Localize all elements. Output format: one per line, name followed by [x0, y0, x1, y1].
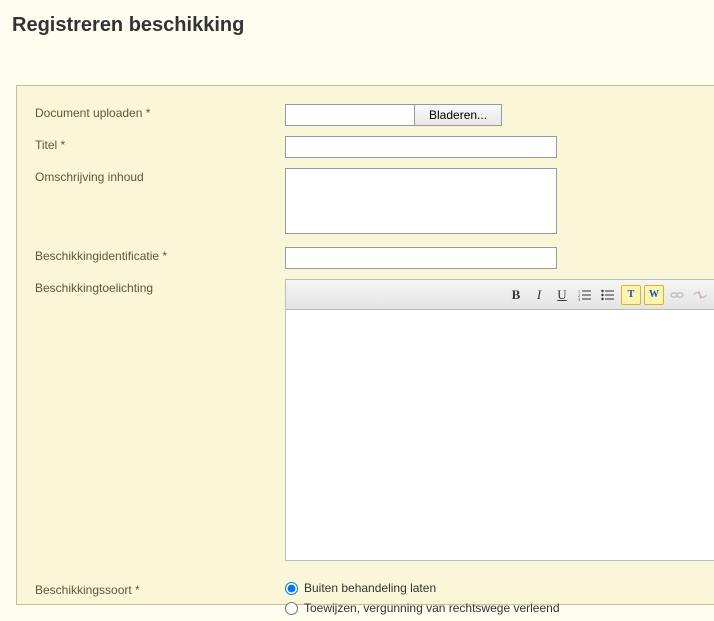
label-soort: Beschikkingssoort * [35, 581, 285, 597]
soort-option-0: Buiten behandeling laten [285, 581, 697, 595]
form-panel: Document uploaden * Bladeren... Titel * … [16, 85, 714, 605]
label-document-upload: Document uploaden * [35, 104, 285, 120]
soort-radio-label-1: Toewijzen, vergunning van rechtswege ver… [304, 601, 560, 615]
rich-text-editor: B I U 123 T W [285, 279, 714, 561]
ordered-list-button[interactable]: 123 [575, 285, 595, 305]
browse-button[interactable]: Bladeren... [414, 104, 502, 126]
omschrijving-textarea[interactable] [285, 168, 557, 234]
italic-button[interactable]: I [529, 285, 549, 305]
paste-text-button[interactable]: T [621, 285, 641, 305]
editor-toolbar: B I U 123 T W [286, 280, 714, 310]
soort-option-1: Toewijzen, vergunning van rechtswege ver… [285, 601, 697, 615]
soort-radio-0[interactable] [285, 582, 298, 595]
row-document-upload: Document uploaden * Bladeren... [35, 104, 697, 126]
label-identificatie: Beschikkingidentificatie * [35, 247, 285, 263]
row-titel: Titel * [35, 136, 697, 158]
label-omschrijving: Omschrijving inhoud [35, 168, 285, 184]
row-soort: Beschikkingssoort * Buiten behandeling l… [35, 581, 697, 621]
link-button [667, 285, 687, 305]
row-identificatie: Beschikkingidentificatie * [35, 247, 697, 269]
identificatie-input[interactable] [285, 247, 557, 269]
soort-radio-label-0: Buiten behandeling laten [304, 581, 436, 595]
file-path-input[interactable] [285, 104, 415, 126]
label-titel: Titel * [35, 136, 285, 152]
unlink-button [690, 285, 710, 305]
row-omschrijving: Omschrijving inhoud [35, 168, 697, 237]
page-title: Registreren beschikking [0, 0, 714, 61]
titel-input[interactable] [285, 136, 557, 158]
row-toelichting: Beschikkingtoelichting B I U 123 T W [35, 279, 697, 561]
unordered-list-button[interactable] [598, 285, 618, 305]
paste-word-button[interactable]: W [644, 285, 664, 305]
editor-body[interactable] [286, 310, 714, 560]
underline-button[interactable]: U [552, 285, 572, 305]
bold-button[interactable]: B [506, 285, 526, 305]
soort-radio-1[interactable] [285, 602, 298, 615]
svg-text:3: 3 [578, 297, 580, 301]
label-toelichting: Beschikkingtoelichting [35, 279, 285, 295]
file-input: Bladeren... [285, 104, 697, 126]
